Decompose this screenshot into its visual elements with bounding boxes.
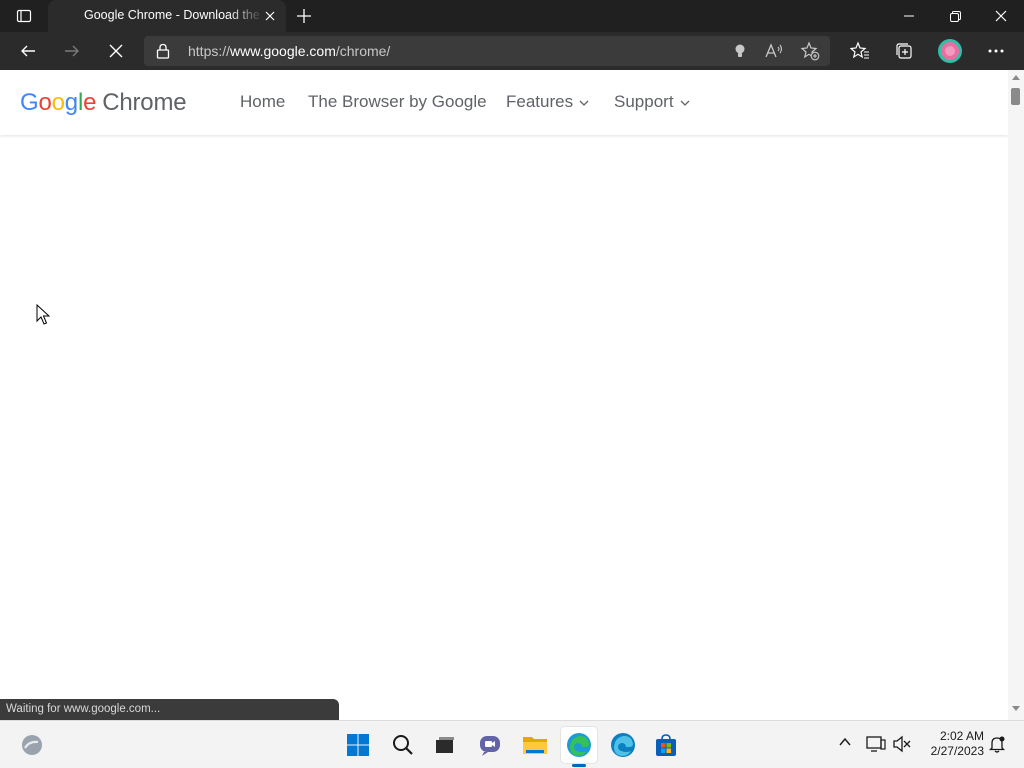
clock-time: 2:02 AM — [939, 729, 984, 743]
add-favorite-button[interactable] — [800, 41, 820, 66]
minimize-icon — [904, 15, 914, 17]
favorites-icon — [850, 41, 869, 59]
chat-button[interactable] — [472, 727, 508, 763]
edge-taskbar-button[interactable] — [561, 727, 597, 763]
edge-icon — [567, 733, 591, 757]
address-bar[interactable]: https://www.google.com/chrome/ — [144, 36, 830, 66]
settings-more-button[interactable] — [980, 35, 1012, 67]
chevron-down-icon — [579, 100, 589, 106]
windows-taskbar: 2:02 AM 2/27/2023 — [0, 720, 1024, 768]
back-button[interactable] — [12, 35, 44, 67]
nav-home-label: Home — [240, 92, 286, 111]
arrow-left-icon — [21, 45, 35, 57]
task-view-button[interactable] — [427, 727, 463, 763]
tab-actions-icon — [16, 9, 32, 23]
star-add-icon — [800, 41, 820, 61]
status-bar: Waiting for www.google.com... — [0, 699, 339, 720]
nav-support[interactable]: Support — [614, 92, 690, 112]
page-scrollbar[interactable] — [1008, 70, 1024, 720]
collections-icon — [896, 43, 912, 59]
url-path: /chrome/ — [335, 43, 391, 59]
nav-features-label: Features — [506, 92, 574, 111]
stop-loading-button[interactable] — [100, 35, 132, 67]
plus-icon — [297, 9, 311, 23]
chrome-wordmark: Chrome — [102, 89, 187, 116]
search-icon — [393, 735, 413, 755]
store-icon — [656, 734, 676, 756]
scroll-down-arrow-icon[interactable] — [1012, 706, 1020, 712]
more-horizontal-icon — [988, 49, 1004, 53]
chrome-favicon-icon — [61, 9, 75, 23]
close-window-button[interactable] — [978, 0, 1024, 32]
widgets-button[interactable] — [14, 727, 50, 763]
clock-date: 2/27/2023 — [930, 744, 984, 758]
logo-letter: e — [83, 89, 97, 116]
nav-the-browser-by-google[interactable]: The Browser by Google — [308, 92, 487, 112]
file-explorer-icon — [523, 737, 547, 754]
new-tab-button[interactable] — [288, 0, 320, 32]
show-hidden-icons-chevron-icon[interactable] — [838, 735, 852, 749]
google-chrome-logo[interactable]: Google Chrome — [20, 89, 187, 117]
tracking-prevention-button[interactable] — [730, 41, 750, 66]
lightbulb-icon — [735, 44, 745, 57]
lock-icon[interactable] — [156, 43, 170, 59]
nav-home[interactable]: Home — [240, 92, 285, 112]
mouse-cursor-icon — [36, 304, 50, 325]
forward-button[interactable] — [56, 35, 88, 67]
google-wordmark: Google — [20, 89, 96, 116]
close-window-icon — [995, 10, 1007, 22]
notification-icon[interactable] — [988, 735, 1006, 753]
logo-letter: g — [64, 89, 78, 116]
nav-support-label: Support — [614, 92, 674, 111]
restore-icon — [949, 10, 961, 22]
read-aloud-icon — [765, 43, 783, 58]
network-icon[interactable] — [866, 735, 886, 753]
chat-icon — [480, 736, 500, 756]
start-button[interactable] — [340, 727, 376, 763]
stop-icon — [109, 44, 123, 58]
volume-muted-icon[interactable] — [892, 735, 912, 753]
avatar — [938, 39, 962, 63]
title-bar: Google Chrome - Download the Fast, Secur… — [0, 0, 1024, 32]
url-text[interactable]: https://www.google.com/chrome/ — [188, 43, 390, 59]
chevron-down-icon — [680, 100, 690, 106]
search-button[interactable] — [385, 727, 421, 763]
nav-browser-label: The Browser by Google — [308, 92, 487, 111]
browser-toolbar: https://www.google.com/chrome/ — [0, 32, 1024, 70]
active-app-indicator — [572, 764, 586, 767]
widgets-icon — [22, 735, 42, 755]
read-aloud-button[interactable] — [764, 41, 784, 66]
browser-tab[interactable]: Google Chrome - Download the Fast, Secur… — [48, 0, 286, 32]
scroll-up-arrow-icon[interactable] — [1012, 74, 1020, 80]
collections-button[interactable] — [888, 35, 920, 67]
url-host: www.google.com — [230, 43, 336, 59]
task-view-icon — [436, 737, 454, 753]
web-page: Google Chrome Home The Browser by Google … — [0, 70, 1008, 720]
tab-actions-button[interactable] — [8, 0, 40, 32]
restore-button[interactable] — [932, 0, 978, 32]
tab-close-button[interactable] — [260, 6, 280, 26]
file-explorer-button[interactable] — [517, 727, 553, 763]
logo-letter: o — [38, 89, 52, 116]
close-icon — [265, 11, 275, 21]
edge-beta-icon — [611, 733, 635, 757]
logo-letter: G — [20, 89, 39, 116]
arrow-right-icon — [65, 45, 79, 57]
edge-beta-taskbar-button[interactable] — [605, 727, 641, 763]
url-scheme: https:// — [188, 43, 231, 59]
tab-title: Google Chrome - Download the Fast, Secur… — [84, 8, 264, 22]
microsoft-store-button[interactable] — [648, 727, 684, 763]
scrollbar-thumb[interactable] — [1011, 88, 1020, 105]
minimize-button[interactable] — [886, 0, 932, 32]
nav-features[interactable]: Features — [506, 92, 589, 112]
start-icon — [347, 734, 369, 756]
taskbar-clock[interactable]: 2:02 AM 2/27/2023 — [918, 729, 984, 759]
site-header: Google Chrome Home The Browser by Google … — [0, 70, 1008, 135]
favorites-button[interactable] — [844, 35, 876, 67]
logo-letter: o — [51, 89, 65, 116]
profile-button[interactable] — [934, 35, 966, 67]
